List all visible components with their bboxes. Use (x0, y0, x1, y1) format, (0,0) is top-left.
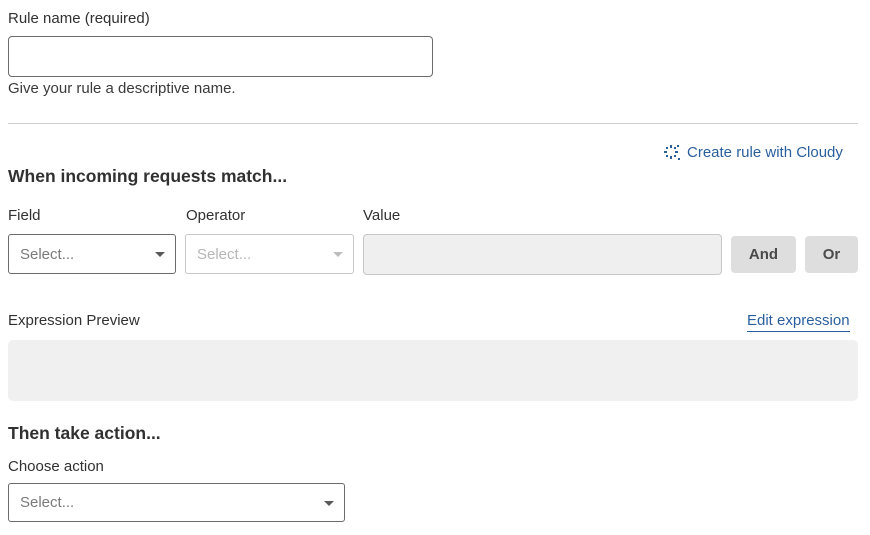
action-select-placeholder: Select... (20, 494, 75, 511)
sparkle-icon (663, 144, 681, 162)
operator-select-placeholder: Select... (197, 245, 252, 263)
field-select[interactable]: Select... (8, 234, 176, 274)
edit-expression-link[interactable]: Edit expression (747, 312, 850, 332)
create-rule-with-cloudy-link[interactable]: Create rule with Cloudy (663, 144, 843, 162)
field-label: Field (8, 207, 41, 224)
expression-preview-box (8, 340, 858, 401)
operator-label: Operator (186, 207, 246, 224)
create-rule-with-cloudy-label: Create rule with Cloudy (687, 144, 843, 161)
rule-name-input[interactable] (8, 36, 433, 77)
chevron-down-icon (324, 500, 334, 506)
action-select[interactable]: Select... (8, 483, 345, 522)
operator-select[interactable]: Select... (185, 234, 354, 274)
choose-action-label: Choose action (8, 458, 104, 475)
value-input[interactable] (363, 234, 722, 275)
action-heading: Then take action... (8, 423, 161, 443)
field-select-placeholder: Select... (20, 245, 75, 263)
rule-name-help: Give your rule a descriptive name. (8, 80, 236, 97)
chevron-down-icon (155, 252, 165, 257)
match-heading: When incoming requests match... (8, 166, 288, 186)
rule-name-label: Rule name (required) (8, 10, 150, 27)
and-button[interactable]: And (731, 236, 796, 273)
expression-preview-label: Expression Preview (8, 312, 140, 329)
section-divider (8, 123, 858, 124)
chevron-down-icon (333, 252, 343, 257)
value-label: Value (363, 207, 401, 224)
or-button[interactable]: Or (805, 236, 858, 273)
